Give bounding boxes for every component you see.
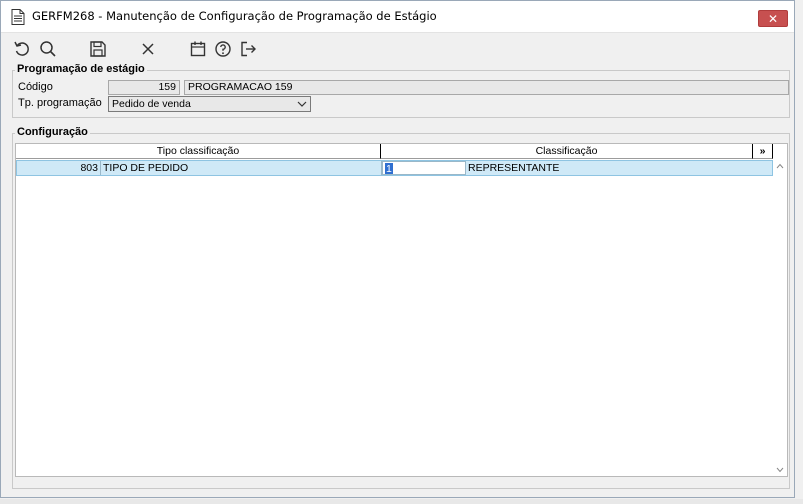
exit-icon	[241, 41, 256, 57]
vertical-scrollbar[interactable]	[773, 160, 787, 476]
help-icon	[215, 41, 231, 57]
classificacao-desc-cell: REPRESENTANTE	[468, 162, 560, 174]
tipo-desc-cell: TIPO DE PEDIDO	[101, 161, 382, 175]
column-header-classificacao[interactable]: Classificação	[381, 144, 753, 159]
table-row[interactable]: 803 TIPO DE PEDIDO 1 REPRESENTANTE	[16, 160, 773, 176]
toolbar	[1, 34, 794, 62]
save-button[interactable]	[87, 38, 109, 60]
help-button[interactable]	[212, 38, 234, 60]
refresh-icon	[14, 41, 29, 56]
programacao-group-title: Programação de estágio	[15, 63, 147, 75]
configuracao-grid: Tipo classificação Classificação » 803 T…	[15, 143, 788, 477]
scroll-down-icon[interactable]	[776, 467, 784, 473]
main-window: GERFM268 - Manutenção de Configuração de…	[0, 0, 795, 498]
close-icon	[142, 43, 154, 55]
classificacao-code-input[interactable]: 1	[382, 161, 466, 175]
codigo-label: Código	[18, 81, 53, 93]
calendar-icon	[190, 41, 206, 57]
window-title: GERFM268 - Manutenção de Configuração de…	[32, 9, 437, 23]
programacao-group: Programação de estágio Código 159 PROGRA…	[12, 63, 790, 118]
status-bar	[0, 499, 803, 504]
refresh-button[interactable]	[11, 38, 33, 60]
tp-programacao-value: Pedido de venda	[112, 98, 191, 110]
codigo-field[interactable]: 159	[108, 80, 180, 95]
scroll-up-icon[interactable]	[776, 163, 784, 169]
tp-programacao-label: Tp. programação	[18, 97, 102, 109]
tp-programacao-select[interactable]: Pedido de venda	[108, 96, 311, 112]
expand-columns-button[interactable]: »	[753, 144, 773, 159]
calendar-button[interactable]	[187, 38, 209, 60]
search-button[interactable]	[37, 38, 59, 60]
chevron-down-icon	[297, 101, 307, 107]
save-icon	[90, 41, 106, 57]
title-bar: GERFM268 - Manutenção de Configuração de…	[1, 1, 794, 33]
tipo-code-cell: 803	[17, 161, 101, 175]
column-header-tipo[interactable]: Tipo classificação	[16, 144, 381, 159]
descricao-field: PROGRAMACAO 159	[184, 80, 789, 95]
document-icon	[11, 9, 25, 25]
classificacao-code-value: 1	[385, 163, 393, 175]
search-icon	[40, 41, 56, 57]
configuracao-group-title: Configuração	[15, 126, 90, 138]
grid-header: Tipo classificação Classificação »	[16, 144, 787, 160]
close-button[interactable]: ✕	[758, 10, 788, 27]
cancel-button[interactable]	[137, 38, 159, 60]
exit-button[interactable]	[237, 38, 259, 60]
